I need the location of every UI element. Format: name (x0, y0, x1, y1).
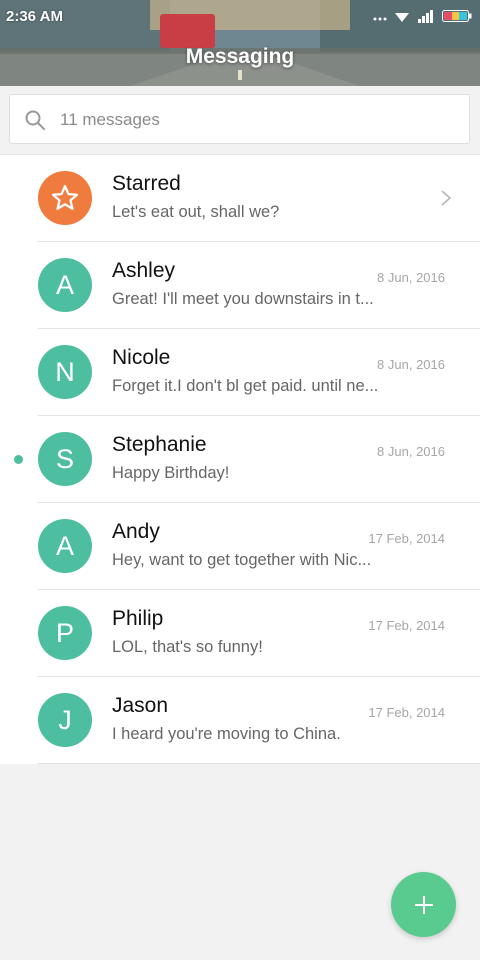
search-placeholder: 11 messages (60, 110, 160, 129)
conversation-date: 8 Jun, 2016 (377, 444, 445, 459)
battery-icon (442, 10, 472, 22)
conversation-name: Starred (112, 172, 181, 195)
conversation-date: 17 Feb, 2014 (368, 618, 445, 633)
header-banner: 2:36 AM Messaging (0, 0, 480, 86)
avatar: P (38, 606, 92, 660)
conversation-preview: Hey, want to get together with Nic... (112, 551, 372, 569)
avatar: A (38, 258, 92, 312)
unread-indicator (14, 455, 23, 464)
conversation-row[interactable]: S Stephanie Happy Birthday! 8 Jun, 2016 (0, 416, 480, 503)
plus-icon (414, 895, 433, 914)
conversation-list: Starred Let's eat out, shall we? A Ashley… (0, 154, 480, 764)
search-icon (25, 110, 45, 130)
conversation-row-starred[interactable]: Starred Let's eat out, shall we? (0, 155, 480, 242)
conversation-preview: Forget it.I don't bl get paid. until ne.… (112, 377, 379, 395)
status-time: 2:36 AM (6, 8, 63, 25)
conversation-name: Stephanie (112, 433, 207, 456)
avatar: S (38, 432, 92, 486)
signal-icon (418, 10, 433, 23)
conversation-name: Nicole (112, 346, 171, 369)
conversation-preview: I heard you're moving to China. (112, 725, 341, 743)
conversation-row[interactable]: A Ashley Great! I'll meet you downstairs i… (0, 242, 480, 329)
star-icon (51, 185, 79, 210)
chevron-right-icon (441, 190, 452, 206)
conversation-preview: Happy Birthday! (112, 464, 230, 482)
status-bar: 2:36 AM (0, 0, 480, 32)
conversation-name: Ashley (112, 259, 176, 282)
wifi-icon (395, 13, 409, 22)
conversation-row[interactable]: N Nicole Forget it.I don't bl get paid. un… (0, 329, 480, 416)
conversation-name: Philip (112, 607, 164, 630)
search-field[interactable]: 11 messages (9, 94, 470, 144)
conversation-preview: LOL, that's so funny! (112, 638, 263, 656)
avatar: J (38, 693, 92, 747)
conversation-row[interactable]: J Jason I heard you're moving to China. 17 … (0, 677, 480, 764)
avatar: N (38, 345, 92, 399)
conversation-preview: Let's eat out, shall we? (112, 203, 280, 221)
page-title: Messaging (185, 45, 295, 68)
conversation-row[interactable]: A Andy Hey, want to get together with Nic.… (0, 503, 480, 590)
conversation-name: Andy (112, 520, 160, 543)
conversation-row[interactable]: P Philip LOL, that's so funny! 17 Feb, 2014 (0, 590, 480, 677)
starred-avatar (38, 171, 92, 225)
conversation-date: 17 Feb, 2014 (368, 705, 445, 720)
more-dots-icon (373, 17, 387, 21)
conversation-date: 8 Jun, 2016 (377, 357, 445, 372)
avatar: A (38, 519, 92, 573)
conversation-date: 8 Jun, 2016 (377, 270, 445, 285)
conversation-name: Jason (112, 694, 169, 717)
conversation-date: 17 Feb, 2014 (368, 531, 445, 546)
conversation-preview: Great! I'll meet you downstairs in t... (112, 290, 374, 308)
new-message-button[interactable] (391, 872, 456, 937)
